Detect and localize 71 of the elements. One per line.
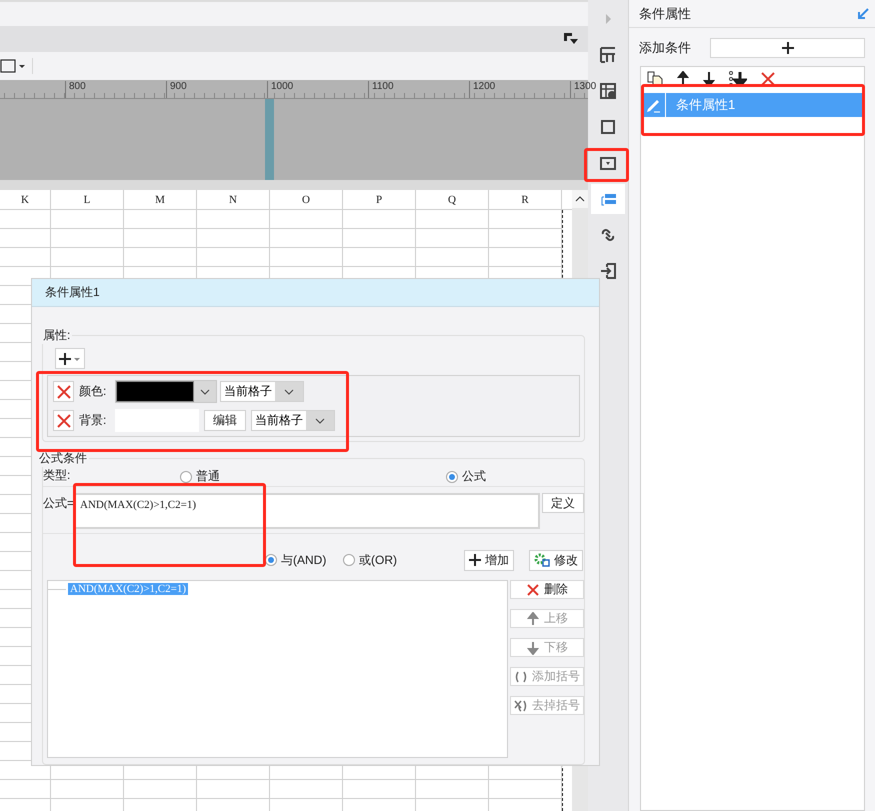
column-header[interactable]: N: [197, 190, 270, 209]
condition-tool-button[interactable]: [591, 184, 625, 214]
plus-icon: [780, 41, 794, 55]
color-picker[interactable]: [115, 380, 217, 403]
brackets-icon: [514, 670, 528, 684]
remove-property-button[interactable]: [53, 381, 74, 402]
column-header[interactable]: O: [270, 190, 343, 209]
panel-title: 条件属性: [639, 4, 691, 22]
column-header[interactable]: R: [489, 190, 562, 209]
down-arrow-icon: [526, 640, 540, 654]
remove-property-button[interactable]: [53, 410, 74, 431]
highlight-frame: [584, 148, 629, 182]
settings-icon: [534, 553, 550, 567]
edit-button[interactable]: 编辑: [204, 410, 246, 431]
scroll-up-icon[interactable]: [575, 196, 585, 202]
scope-dropdown[interactable]: 当前格子: [251, 410, 335, 431]
up-arrow-icon: [526, 612, 540, 626]
remove-brackets-icon: [514, 698, 528, 712]
delete-icon: [526, 582, 540, 596]
add-property-button[interactable]: [55, 348, 85, 369]
type-radio[interactable]: 普通: [180, 468, 220, 485]
ruler-label: 1000: [267, 81, 294, 98]
formula-condition-label: 公式条件: [38, 450, 88, 467]
delete-button[interactable]: 删除: [510, 580, 584, 599]
border-icon[interactable]: [0, 59, 26, 73]
caret-icon: [284, 388, 294, 394]
import-icon: [599, 262, 617, 280]
type-label: 类型:: [43, 467, 72, 484]
frame-icon: [599, 118, 617, 136]
column-header[interactable]: Q: [416, 190, 489, 209]
column-header[interactable]: P: [343, 190, 416, 209]
caret-icon: [200, 388, 210, 394]
column-header[interactable]: K: [0, 190, 51, 209]
formula-field[interactable]: AND(MAX(C2)>1,C2=1): [74, 493, 540, 529]
ruler-label: 800: [65, 81, 86, 98]
ruler-label: 900: [166, 81, 187, 98]
dialog-title: 条件属性1: [45, 284, 100, 301]
move-down-icon[interactable]: [703, 71, 715, 87]
ruler-label: 1200: [469, 81, 496, 98]
type-radio[interactable]: 公式: [446, 468, 486, 485]
delete-icon: [56, 384, 70, 398]
delete-icon[interactable]: [761, 72, 775, 86]
ruler-label: 1100: [368, 81, 394, 98]
layout-icon: [599, 46, 617, 64]
column-header[interactable]: L: [51, 190, 124, 209]
pencil-icon[interactable]: [645, 97, 661, 113]
dropdown-icon: [599, 154, 617, 172]
add-condition-label: 添加条件: [639, 39, 692, 57]
logic-radio[interactable]: 与(AND): [265, 552, 343, 568]
plus-caret-icon: [58, 352, 82, 366]
collapse-arrow-icon[interactable]: [857, 8, 869, 20]
triangle-icon: [606, 14, 610, 24]
insert-below-icon[interactable]: [729, 71, 747, 87]
delete-icon: [56, 414, 70, 428]
plus-icon: [469, 554, 481, 566]
cell-info-icon: [599, 82, 617, 100]
background-label: 背景:: [79, 412, 108, 429]
format-dropdown-icon[interactable]: [564, 33, 578, 45]
horizontal-scrollbar[interactable]: [0, 180, 588, 190]
add-button[interactable]: 增加: [464, 550, 514, 570]
caret-icon: [315, 418, 325, 424]
define-button[interactable]: 定义: [542, 493, 584, 513]
link-icon: [599, 226, 617, 244]
copy-icon[interactable]: [647, 71, 663, 87]
logic-radio[interactable]: 或(OR): [343, 552, 464, 568]
column-header[interactable]: M: [124, 190, 197, 209]
move-up-icon[interactable]: [677, 71, 689, 87]
properties-label: 属性:: [42, 327, 72, 344]
modify-button[interactable]: 修改: [529, 550, 583, 570]
color-label: 颜色:: [79, 383, 108, 400]
scope-dropdown[interactable]: 当前格子: [220, 381, 304, 402]
